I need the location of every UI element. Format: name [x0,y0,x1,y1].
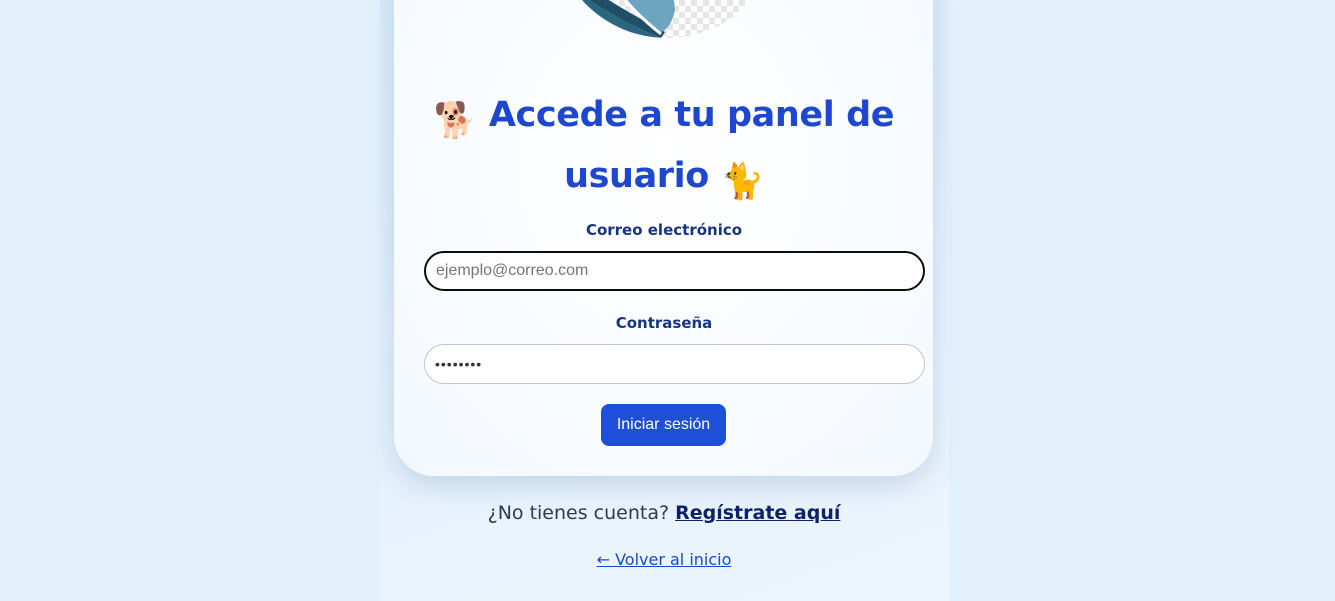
password-field[interactable] [424,344,925,384]
title-part2: usuario [564,156,709,196]
cat-emoji-icon: 🐈 [720,162,765,202]
email-field[interactable] [424,251,925,291]
email-label: Correo electrónico [585,221,743,239]
hero-image [553,0,781,38]
login-button[interactable]: Iniciar sesión [601,404,726,446]
back-home-link[interactable]: ← Volver al inicio [597,550,732,569]
page-title: 🐕 Accede a tu panel de usuario 🐈 [424,88,904,210]
register-prompt: ¿No tienes cuenta? Regístrate aquí [424,502,904,524]
title-part1: Accede a tu panel de [488,95,895,135]
no-account-text: ¿No tienes cuenta? [487,502,670,524]
back-prompt: ← Volver al inicio [424,550,904,569]
dog-emoji-icon: 🐕 [433,101,478,141]
register-link[interactable]: Regístrate aquí [675,502,840,524]
password-label: Contraseña [615,314,713,332]
